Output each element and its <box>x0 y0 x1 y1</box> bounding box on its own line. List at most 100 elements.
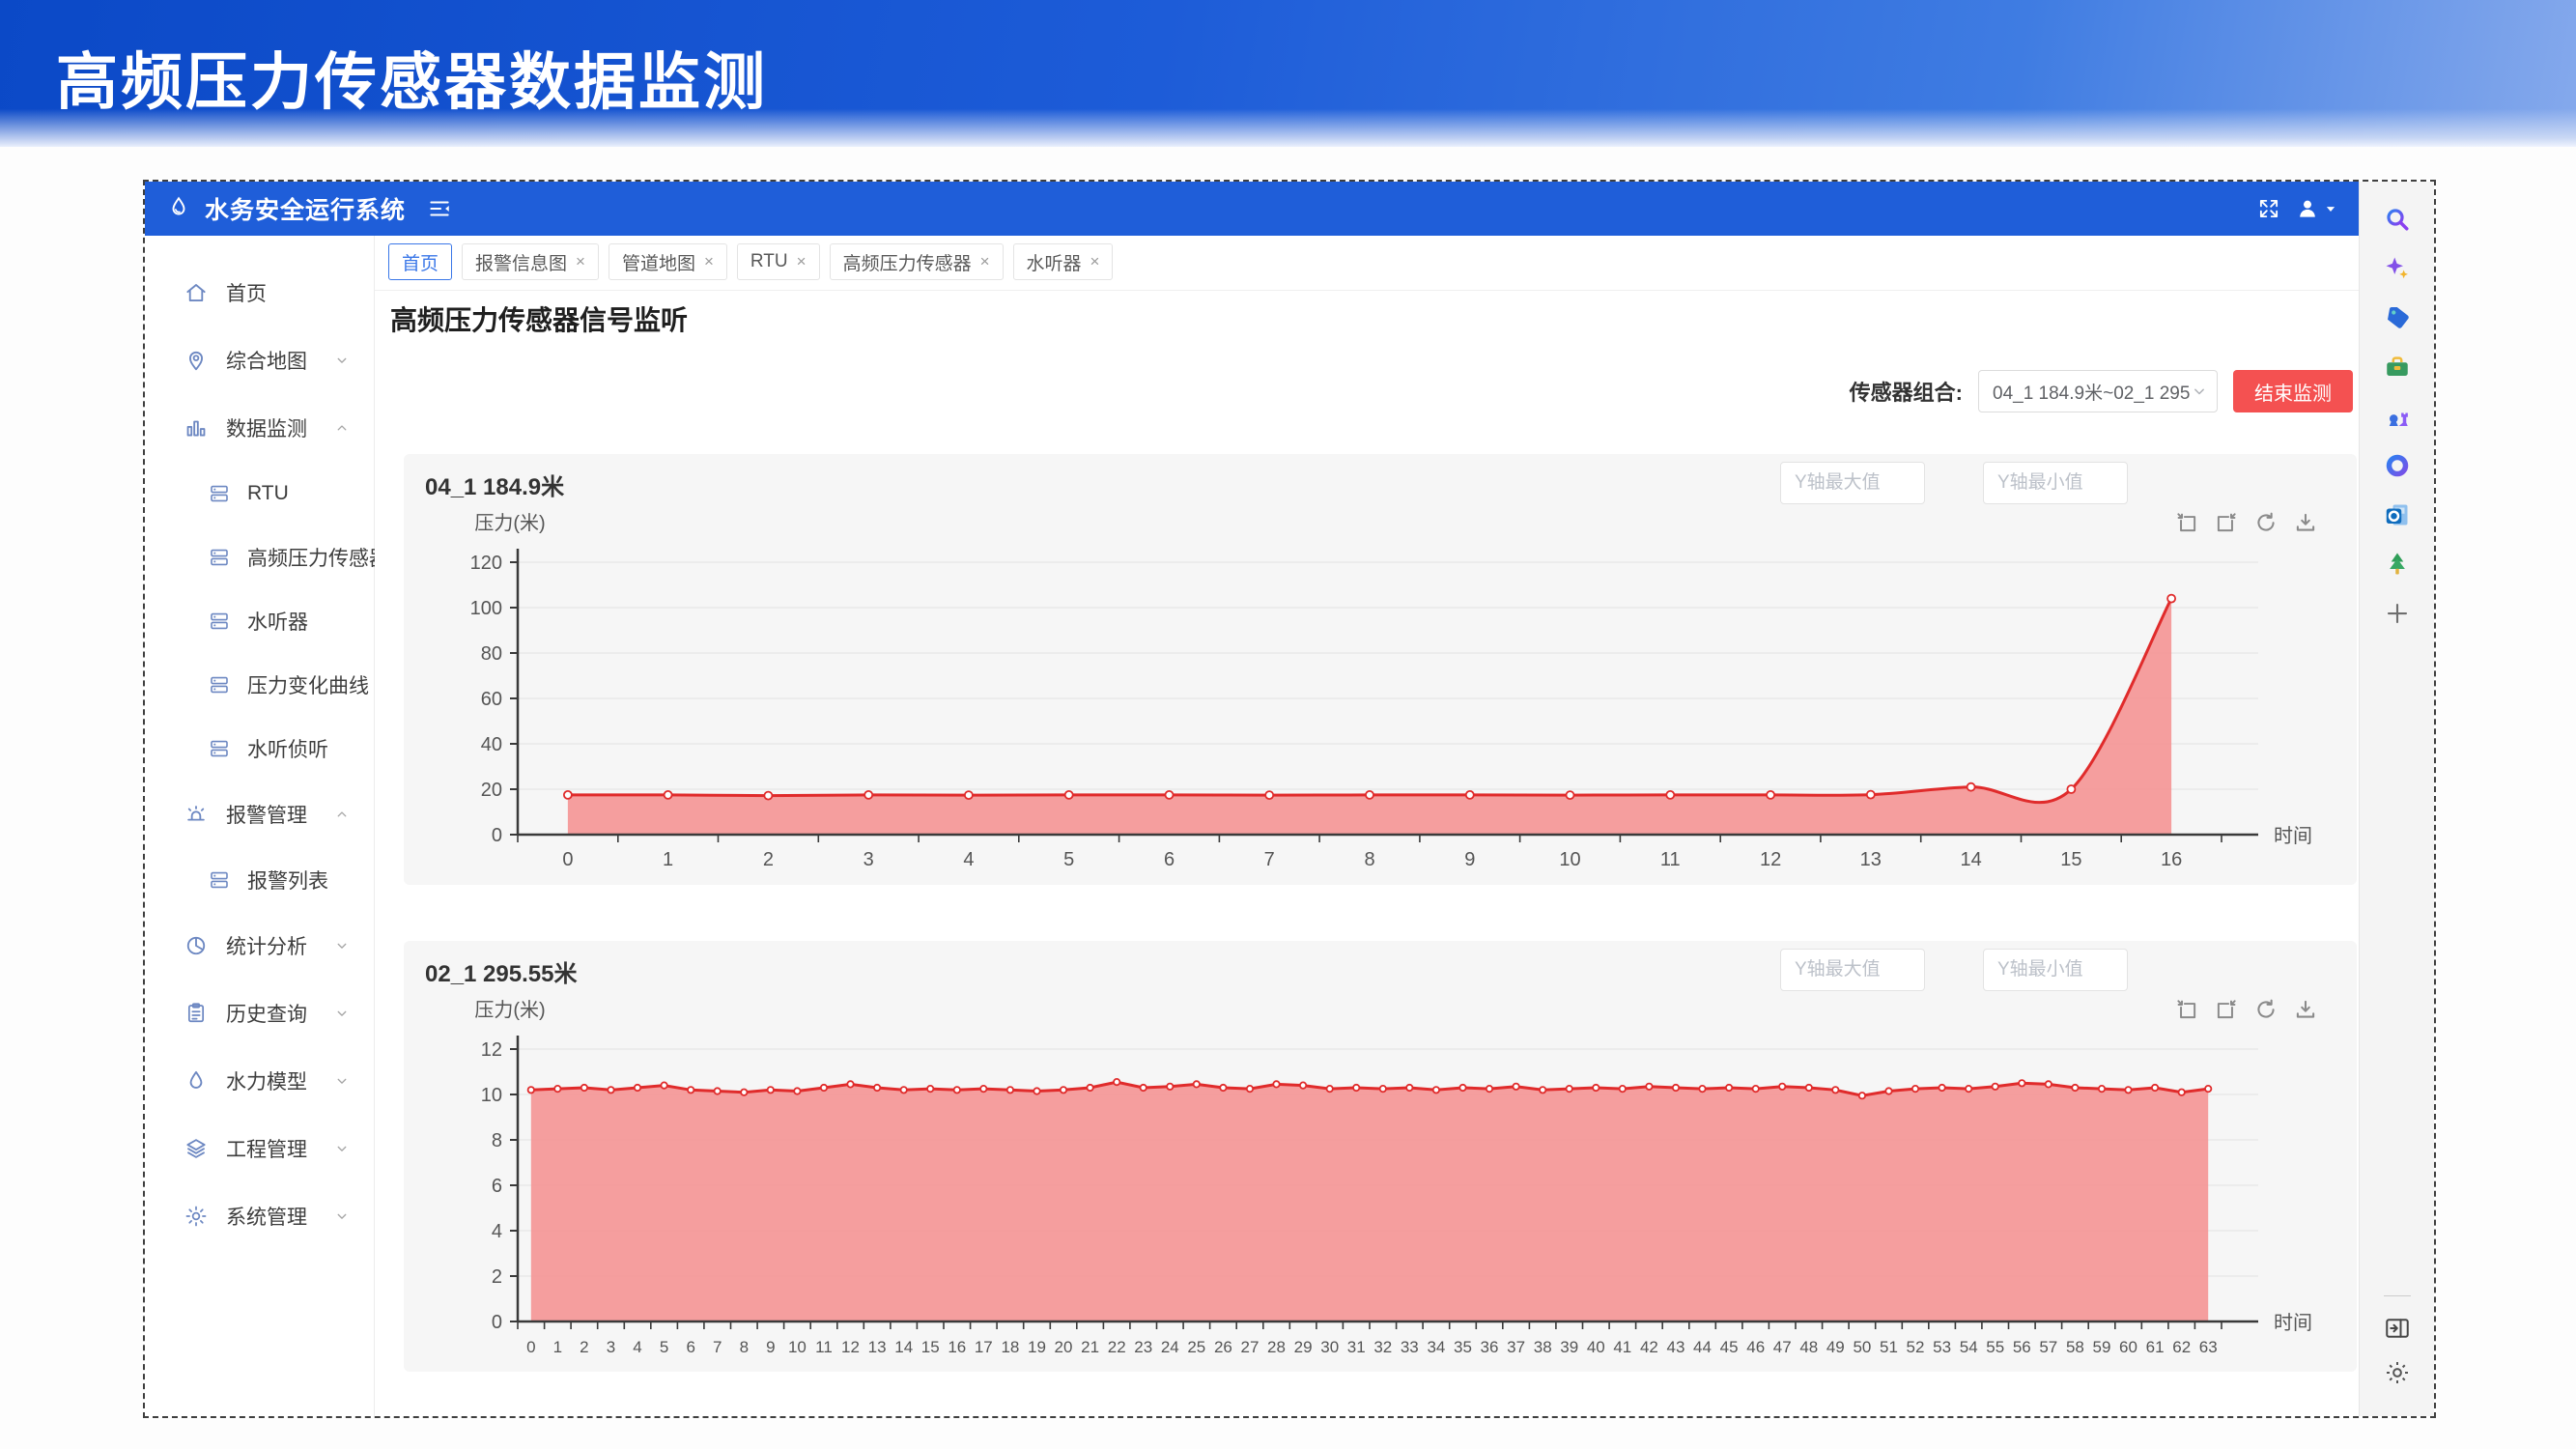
y-min-input[interactable] <box>1983 462 2128 504</box>
close-icon[interactable]: × <box>704 252 714 271</box>
tree-icon[interactable] <box>2383 550 2412 579</box>
svg-text:6: 6 <box>686 1338 694 1356</box>
svg-text:16: 16 <box>2161 849 2182 870</box>
svg-text:24: 24 <box>1161 1338 1179 1356</box>
divider <box>2384 1295 2411 1296</box>
copilot-icon[interactable] <box>2383 254 2412 283</box>
chevron-down-icon <box>2190 382 2209 401</box>
sidebar-subitem[interactable]: 水听器 <box>145 589 374 653</box>
gear-icon <box>184 1204 209 1229</box>
svg-text:11: 11 <box>1660 849 1681 870</box>
svg-text:47: 47 <box>1773 1338 1792 1356</box>
chess-icon[interactable] <box>2383 402 2412 431</box>
sidebar-subitem-label: RTU <box>247 482 289 505</box>
y-max-input[interactable] <box>1780 949 1925 991</box>
svg-text:6: 6 <box>492 1176 502 1197</box>
sidebar-subitem[interactable]: 水听侦听 <box>145 717 374 781</box>
svg-text:16: 16 <box>948 1338 966 1356</box>
zoom-reset-icon[interactable] <box>2214 997 2239 1022</box>
y-max-input[interactable] <box>1780 462 1925 504</box>
svg-text:15: 15 <box>921 1338 940 1356</box>
stop-monitor-button[interactable]: 结束监测 <box>2233 370 2353 412</box>
tab-管道地图[interactable]: 管道地图× <box>609 243 727 280</box>
sidebar-item-label: 统计分析 <box>226 931 307 960</box>
chart-card-1: 04_1 184.9米 0204060801001200123456789101… <box>404 454 2357 885</box>
sensor-group-select[interactable]: 04_1 184.9米~02_1 295.55 <box>1978 370 2218 412</box>
clipboard-icon <box>184 1001 209 1026</box>
sidebar-item-0[interactable]: 首页 <box>145 259 374 327</box>
sidebar-item-label: 报警管理 <box>226 800 307 829</box>
svg-text:2: 2 <box>580 1338 588 1356</box>
svg-text:压力(米): 压力(米) <box>474 999 545 1021</box>
search-icon[interactable] <box>2383 205 2412 234</box>
sidebar-subitem[interactable]: 压力变化曲线 <box>145 653 374 717</box>
y-min-input[interactable] <box>1983 949 2128 991</box>
sidebar-subitem[interactable]: 高频压力传感器 <box>145 526 374 589</box>
svg-text:3: 3 <box>863 849 874 870</box>
sidebar-item-6[interactable]: 水力模型 <box>145 1047 374 1115</box>
refresh-icon[interactable] <box>2253 997 2279 1022</box>
panel-icon[interactable] <box>2383 1314 2412 1343</box>
sidebar-subitem[interactable]: RTU <box>145 462 374 526</box>
page-title: 高频压力传感器信号监听 <box>390 299 688 338</box>
tab-bar: 首页报警信息图× 管道地图× RTU× 高频压力传感器×水听器× <box>388 243 1113 280</box>
chevron-down-icon <box>333 1005 351 1022</box>
download-icon[interactable] <box>2293 510 2318 535</box>
sidebar-item-3[interactable]: 报警管理 <box>145 781 374 848</box>
close-icon[interactable]: × <box>1090 252 1100 271</box>
loop-icon[interactable] <box>2383 451 2412 480</box>
sidebar-subitem[interactable]: 报警列表 <box>145 848 374 912</box>
tab-高频压力传感器[interactable]: 高频压力传感器× <box>830 243 1004 280</box>
caret-down-icon[interactable] <box>2322 200 2339 217</box>
page: 高频压力传感器数据监测 水务安全运行系统 首页综合地图数据监测RTU高频压力传感… <box>0 0 2576 1449</box>
tag-icon[interactable] <box>2383 303 2412 332</box>
svg-text:40: 40 <box>481 734 502 755</box>
svg-text:37: 37 <box>1507 1338 1525 1356</box>
fullscreen-icon[interactable] <box>2256 196 2281 221</box>
sidebar-item-label: 工程管理 <box>226 1134 307 1163</box>
menu-fold-icon[interactable] <box>427 196 452 221</box>
svg-text:1: 1 <box>553 1338 562 1356</box>
sidebar-item-8[interactable]: 系统管理 <box>145 1182 374 1250</box>
sidebar-subitem-label: 压力变化曲线 <box>247 670 369 699</box>
user-icon[interactable] <box>2295 196 2320 221</box>
zoom-select-icon[interactable] <box>2174 510 2199 535</box>
refresh-icon[interactable] <box>2253 510 2279 535</box>
sidebar-item-5[interactable]: 历史查询 <box>145 980 374 1047</box>
sidebar-item-2[interactable]: 数据监测 <box>145 394 374 462</box>
gear-icon[interactable] <box>2383 1358 2412 1387</box>
tab-报警信息图[interactable]: 报警信息图× <box>462 243 599 280</box>
toolbox-icon[interactable] <box>2383 353 2412 382</box>
svg-text:46: 46 <box>1746 1338 1765 1356</box>
tab-首页[interactable]: 首页 <box>388 243 452 280</box>
download-icon[interactable] <box>2293 997 2318 1022</box>
tab-RTU[interactable]: RTU× <box>737 243 820 280</box>
svg-text:52: 52 <box>1907 1338 1925 1356</box>
svg-text:55: 55 <box>1986 1338 2004 1356</box>
sidebar-item-4[interactable]: 统计分析 <box>145 912 374 980</box>
sensor-group-label: 传感器组合: <box>1850 376 1963 407</box>
sidebar-subitem-label: 报警列表 <box>247 866 328 895</box>
svg-text:9: 9 <box>766 1338 775 1356</box>
tab-水听器[interactable]: 水听器× <box>1013 243 1114 280</box>
zoom-reset-icon[interactable] <box>2214 510 2239 535</box>
svg-text:53: 53 <box>1933 1338 1951 1356</box>
chevron-down-icon <box>333 352 351 369</box>
plus-icon[interactable] <box>2383 599 2412 628</box>
zoom-select-icon[interactable] <box>2174 997 2199 1022</box>
pressure-chart-2[interactable]: 0246810120123456789101112131415161718192… <box>404 941 2357 1372</box>
svg-text:60: 60 <box>481 689 502 710</box>
svg-text:14: 14 <box>1960 849 1981 870</box>
svg-text:30: 30 <box>1320 1338 1339 1356</box>
sidebar-item-label: 数据监测 <box>226 413 307 442</box>
pressure-chart-1[interactable]: 020406080100120012345678910111213141516压… <box>404 454 2357 885</box>
outlook-icon[interactable] <box>2383 500 2412 529</box>
svg-text:6: 6 <box>1164 849 1175 870</box>
sidebar-subitem-label: 水听器 <box>247 607 308 636</box>
sidebar-item-7[interactable]: 工程管理 <box>145 1115 374 1182</box>
close-icon[interactable]: × <box>980 252 990 271</box>
sidebar-item-1[interactable]: 综合地图 <box>145 327 374 394</box>
close-icon[interactable]: × <box>797 252 807 271</box>
svg-text:5: 5 <box>660 1338 668 1356</box>
close-icon[interactable]: × <box>576 252 585 271</box>
